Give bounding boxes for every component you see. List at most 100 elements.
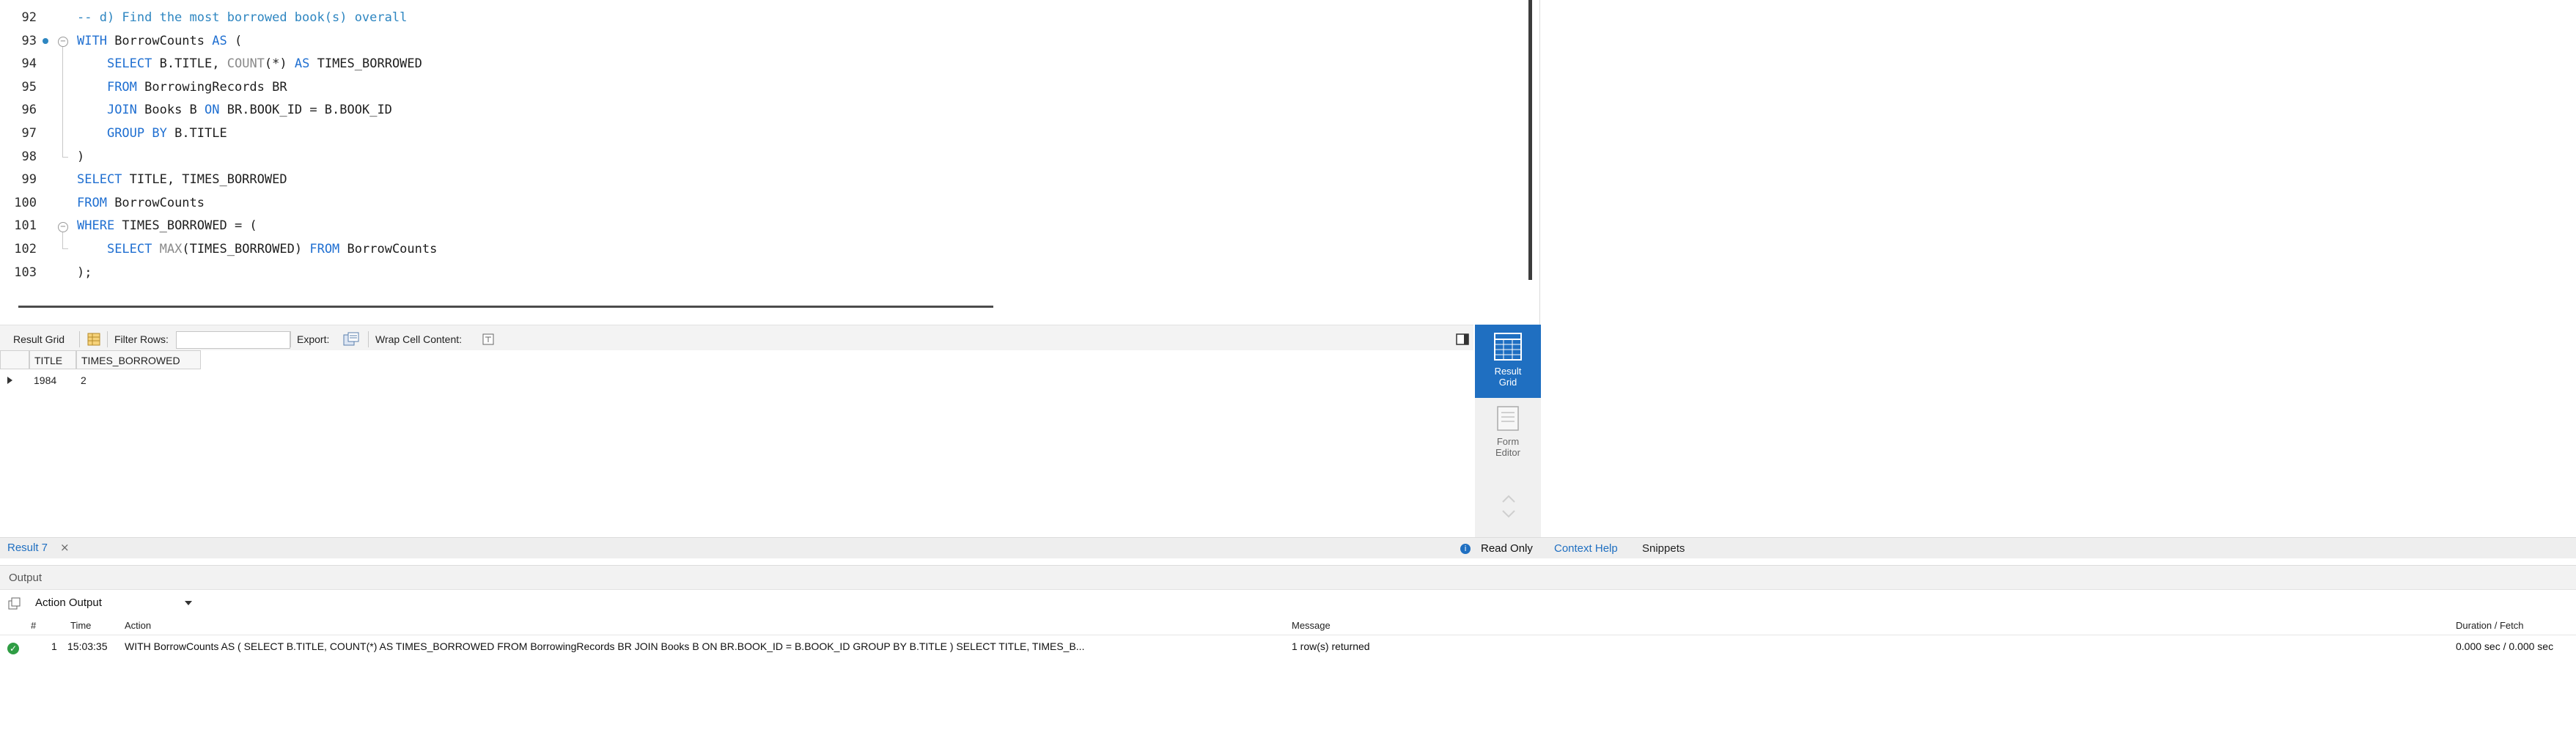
code-line[interactable]: -- d) Find the most borrowed book(s) ove… [77, 10, 407, 25]
editor-horizontal-scrollbar[interactable] [18, 306, 993, 308]
filter-rows-label: Filter Rows: [114, 333, 169, 345]
code-token: MAX [159, 242, 183, 256]
code-token: TIMES_BORROWED = ( [114, 218, 257, 234]
toolbar-separator [79, 331, 80, 347]
code-token: TIMES_BORROWED [309, 56, 422, 72]
column-header-title[interactable]: TITLE [29, 350, 76, 369]
form-editor-icon [1497, 406, 1519, 431]
output-row-num: 1 [51, 640, 57, 652]
line-number: 97 [21, 126, 37, 141]
column-header-times-borrowed[interactable]: TIMES_BORROWED [76, 350, 201, 369]
code-token: SELECT [106, 242, 152, 256]
toggle-panel-icon[interactable] [1455, 332, 1470, 347]
output-header-action: Action [125, 620, 152, 631]
result-grid-label: Result Grid [13, 333, 65, 345]
line-number: 103 [14, 265, 37, 280]
output-row[interactable]: ✓ 1 15:03:35 WITH BorrowCounts AS ( SELE… [0, 636, 2576, 660]
code-line[interactable]: SELECT MAX(TIMES_BORROWED) FROM BorrowCo… [77, 242, 437, 256]
fold-guide [62, 232, 63, 248]
code-line[interactable]: GROUP BY B.TITLE [77, 126, 227, 141]
result-tab-bar: Result 7 × i Read Only Context Help Snip… [0, 537, 2576, 558]
code-token: (*) [264, 56, 295, 72]
code-token: B.TITLE, [152, 56, 227, 72]
line-number: 99 [21, 172, 37, 188]
code-token: -- d) Find the most borrowed book(s) ove… [77, 10, 408, 25]
copy-output-icon[interactable] [7, 597, 22, 614]
code-token: AS [294, 56, 310, 72]
code-line[interactable]: WHERE TIMES_BORROWED = ( [77, 218, 257, 233]
grid-view-icon[interactable] [87, 332, 101, 347]
code-line[interactable]: WITH BorrowCounts AS ( [77, 34, 242, 48]
code-token: Books B [136, 103, 205, 118]
side-form-editor-button[interactable]: Form Editor [1475, 404, 1541, 470]
line-number: 100 [14, 195, 37, 210]
output-mode-select[interactable]: Action Output [32, 595, 194, 611]
export-icon[interactable] [343, 332, 359, 347]
side-form-editor-label: Form Editor [1495, 436, 1520, 458]
output-table-header: # Time Action Message Duration / Fetch [0, 617, 2576, 635]
code-token: SELECT [106, 56, 152, 72]
output-row-action: WITH BorrowCounts AS ( SELECT B.TITLE, C… [125, 640, 1085, 652]
cell-times-borrowed[interactable]: 2 [76, 371, 154, 390]
fold-toggle-icon[interactable]: − [58, 222, 68, 232]
line-number: 98 [21, 149, 37, 164]
code-token: WITH [77, 33, 107, 48]
code-line[interactable]: FROM BorrowingRecords BR [77, 80, 287, 95]
result-grid-icon [1494, 333, 1522, 361]
toolbar-separator [290, 331, 291, 347]
line-number: 94 [21, 56, 37, 72]
code-token: COUNT [227, 56, 265, 72]
result-toolbar: Result Grid Filter Rows: Export: Wrap Ce… [0, 325, 1473, 354]
code-token: GROUP BY [106, 126, 167, 141]
output-header-num: # [31, 620, 37, 631]
code-token: BorrowCounts [106, 195, 205, 210]
code-token: WHERE [77, 218, 115, 234]
cell-title[interactable]: 1984 [29, 371, 78, 390]
wrap-cell-icon[interactable] [481, 332, 496, 347]
code-token: ) [77, 149, 85, 164]
code-line[interactable]: SELECT TITLE, TIMES_BORROWED [77, 172, 287, 187]
code-line[interactable]: ) [77, 149, 84, 164]
code-token: JOIN [106, 103, 137, 118]
line-number: 95 [21, 79, 37, 95]
line-number: 101 [14, 218, 37, 234]
code-token: ); [77, 265, 92, 280]
wrap-cell-label: Wrap Cell Content: [375, 333, 463, 345]
sql-editor[interactable]: 92 -- d) Find the most borrowed book(s) o… [0, 0, 1525, 302]
code-line[interactable]: SELECT B.TITLE, COUNT(*) AS TIMES_BORROW… [77, 56, 422, 71]
tab-result-7[interactable]: Result 7 [7, 542, 48, 554]
code-token: TITLE, TIMES_BORROWED [122, 172, 287, 188]
output-header-duration: Duration / Fetch [2456, 620, 2524, 631]
result-grid[interactable]: TITLE TIMES_BORROWED 1984 2 [0, 350, 1473, 533]
code-token: BR.BOOK_ID = B.BOOK_ID [219, 103, 392, 118]
code-token: FROM [106, 79, 137, 95]
close-icon[interactable]: × [60, 541, 70, 554]
code-token: AS [212, 33, 227, 48]
current-row-indicator-icon [7, 377, 12, 384]
side-result-grid-button[interactable]: Result Grid [1475, 325, 1541, 398]
fold-toggle-icon[interactable]: − [58, 37, 68, 47]
scroll-arrows-icon[interactable] [1501, 493, 1517, 522]
toolbar-separator [107, 331, 108, 347]
code-token: ( [227, 33, 243, 48]
editor-vertical-scrollbar[interactable] [1528, 0, 1532, 280]
toolbar-separator [368, 331, 369, 347]
side-result-grid-label: Result Grid [1494, 366, 1522, 388]
tab-context-help[interactable]: Context Help [1554, 542, 1618, 555]
result-side-panel: Result Grid Form Editor [1475, 325, 1541, 537]
code-token: SELECT [77, 172, 122, 188]
filter-rows-input[interactable] [176, 331, 290, 349]
output-header-time: Time [70, 620, 92, 631]
output-header-message: Message [1292, 620, 1331, 631]
code-line[interactable]: JOIN Books B ON BR.BOOK_ID = B.BOOK_ID [77, 103, 392, 117]
tab-snippets[interactable]: Snippets [1642, 542, 1685, 555]
output-row-time: 15:03:35 [67, 640, 108, 652]
code-line[interactable]: ); [77, 265, 92, 280]
code-line[interactable]: FROM BorrowCounts [77, 196, 205, 210]
line-number: 102 [14, 242, 37, 256]
chevron-down-icon[interactable] [185, 601, 192, 605]
